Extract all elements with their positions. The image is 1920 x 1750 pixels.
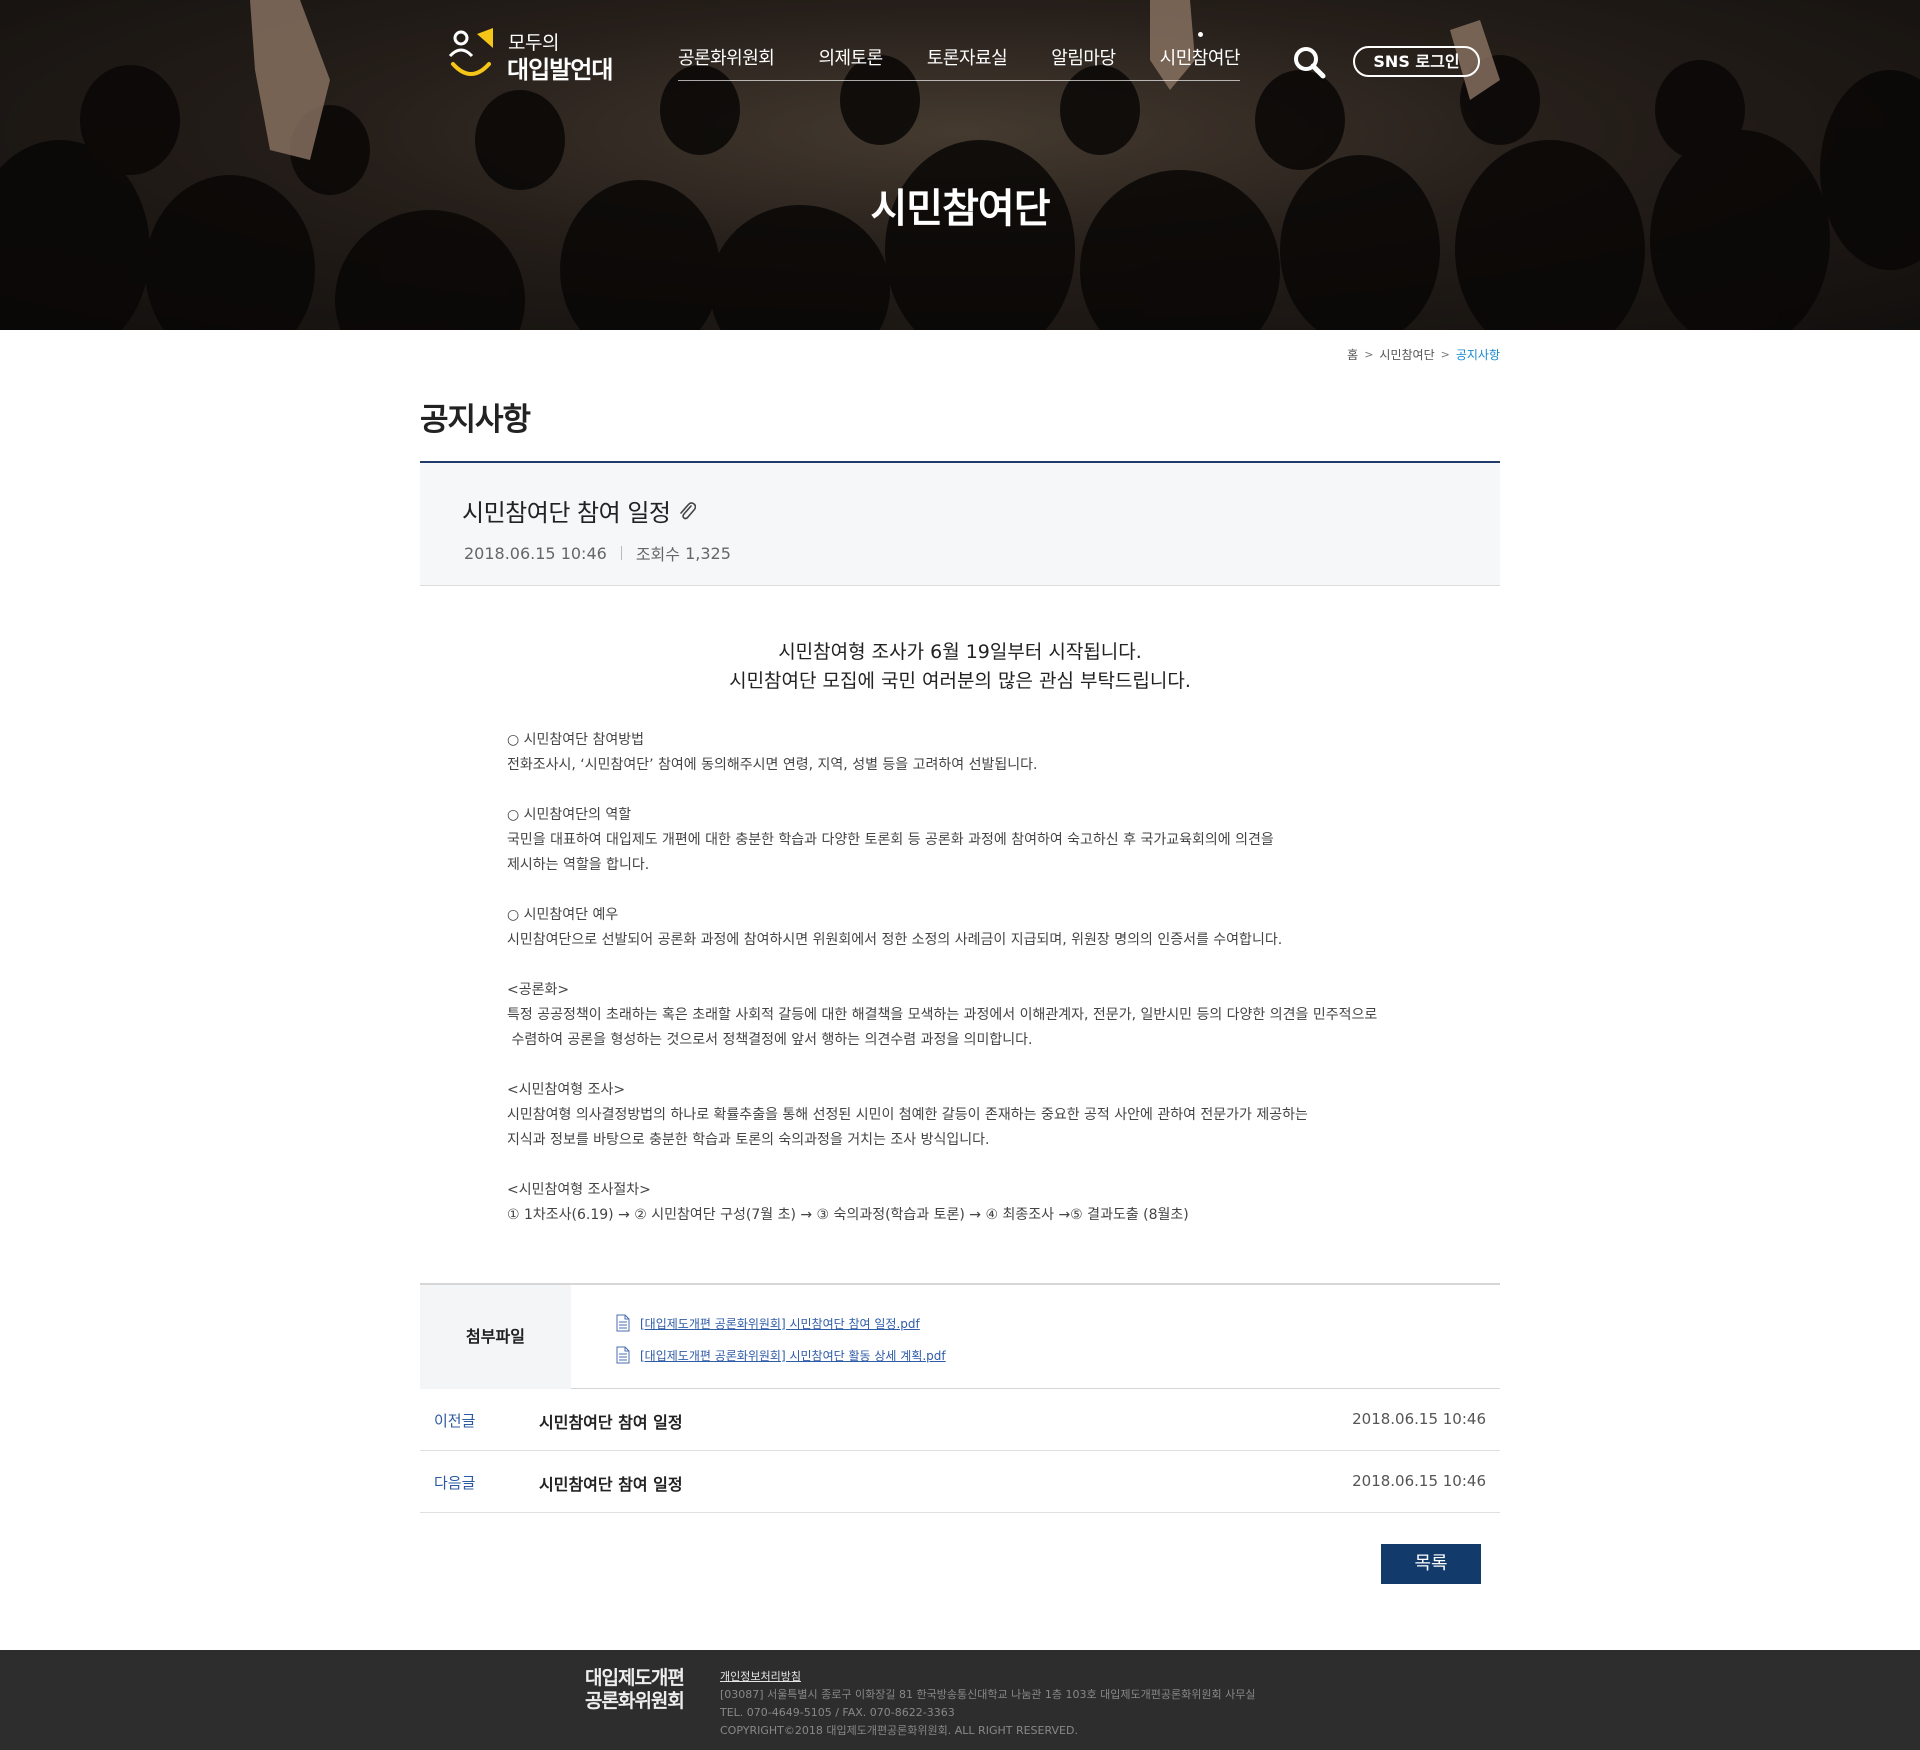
attachment-item[interactable]: [대입제도개편 공론화위원회] 시민참여단 활동 상세 계획.pdf bbox=[616, 1339, 946, 1371]
section-text: 국민을 대표하여 대입제도 개편에 대한 충분한 학습과 다양한 토론회 등 공… bbox=[507, 832, 1274, 848]
nav-item-notice-board[interactable]: 알림마당 bbox=[1051, 44, 1116, 80]
chevron-right-icon: > bbox=[1364, 348, 1374, 361]
footer-contact: TEL. 070-4649-5105 / FAX. 070-8622-3363 bbox=[720, 1706, 955, 1719]
section-text: 시민참여형 의사결정방법의 하나로 확률추출을 통해 선정된 시민이 첨예한 갈… bbox=[507, 1107, 1308, 1123]
attachment-link[interactable]: [대입제도개편 공론화위원회] 시민참여단 활동 상세 계획.pdf bbox=[640, 1347, 946, 1364]
section-heading: <시민참여형 조사절차> bbox=[507, 1182, 651, 1198]
breadcrumb: 홈 > 시민참여단 > 공지사항 bbox=[1347, 346, 1500, 363]
post-lead: 시민참여형 조사가 6월 19일부터 시작됩니다. 시민참여단 모집에 국민 여… bbox=[420, 638, 1500, 696]
footer-info: 개인정보처리방침 [03087] 서울특별시 종로구 이화장길 81 한국방송통… bbox=[720, 1668, 1255, 1740]
search-icon[interactable] bbox=[1291, 44, 1327, 80]
meta-divider bbox=[620, 546, 622, 560]
breadcrumb-section[interactable]: 시민참여단 bbox=[1379, 346, 1434, 363]
post-title: 시민참여단 참여 일정 bbox=[462, 493, 697, 528]
footer: 대입제도개편 공론화위원회 개인정보처리방침 [03087] 서울특별시 종로구… bbox=[0, 1650, 1920, 1750]
post-title-text: 시민참여단 참여 일정 bbox=[462, 499, 671, 527]
post-content: ○ 시민참여단 참여방법 전화조사시, ‘시민참여단’ 참여에 동의해주시면 연… bbox=[507, 728, 1467, 1228]
post-date: 2018.06.15 10:46 bbox=[464, 543, 607, 563]
post-views-count: 1,325 bbox=[685, 543, 731, 563]
sns-login-button[interactable]: SNS 로그인 bbox=[1353, 46, 1480, 77]
nav-item-resources[interactable]: 토론자료실 bbox=[927, 44, 1008, 80]
section-heading: ○ 시민참여단 참여방법 bbox=[507, 732, 645, 748]
post-views-label: 조회수 bbox=[635, 545, 680, 564]
attachment-link[interactable]: [대입제도개편 공론화위원회] 시민참여단 참여 일정.pdf bbox=[640, 1315, 920, 1332]
active-indicator-dot bbox=[1197, 32, 1203, 37]
footer-address: [03087] 서울특별시 종로구 이화장길 81 한국방송통신대학교 나눔관 … bbox=[720, 1688, 1256, 1701]
post-meta: 2018.06.15 10:46 조회수 1,325 bbox=[464, 541, 731, 565]
next-post-title[interactable]: 시민참여단 참여 일정 bbox=[539, 1471, 683, 1495]
section-text: 제시하는 역할을 합니다. bbox=[507, 857, 650, 873]
section-heading: ○ 시민참여단의 역할 bbox=[507, 807, 632, 823]
section-heading: ○ 시민참여단 예우 bbox=[507, 907, 619, 923]
nav-item-agenda-debate[interactable]: 의제토론 bbox=[818, 44, 883, 80]
document-icon bbox=[616, 1346, 630, 1364]
footer-logo: 대입제도개편 공론화위원회 bbox=[585, 1667, 685, 1713]
footer-logo-line2: 공론화위원회 bbox=[585, 1690, 685, 1712]
breadcrumb-current: 공지사항 bbox=[1455, 348, 1500, 362]
section-heading: <시민참여형 조사> bbox=[507, 1082, 626, 1098]
nav-item-citizen-panel-label: 시민참여단 bbox=[1159, 48, 1241, 69]
hero-banner: 모두의 대입발언대 공론화위원회 의제토론 토론자료실 알림마당 시민참여단 S… bbox=[0, 0, 1920, 330]
chevron-right-icon: > bbox=[1440, 348, 1450, 361]
section-text: ① 1차조사(6.19) → ② 시민참여단 구성(7월 초) → ③ 숙의과정… bbox=[507, 1207, 1189, 1223]
prev-post-date: 2018.06.15 10:46 bbox=[1352, 1410, 1486, 1428]
main-navigation: 공론화위원회 의제토론 토론자료실 알림마당 시민참여단 bbox=[678, 32, 1241, 81]
lead-line-1: 시민참여형 조사가 6월 19일부터 시작됩니다. bbox=[778, 641, 1142, 663]
lead-line-2: 시민참여단 모집에 국민 여러분의 많은 관심 부탁드립니다. bbox=[729, 670, 1191, 692]
post-body: 시민참여형 조사가 6월 19일부터 시작됩니다. 시민참여단 모집에 국민 여… bbox=[420, 586, 1500, 1284]
logo-text-line2: 대입발언대 bbox=[507, 56, 613, 84]
section-text: 시민참여단으로 선발되어 공론화 과정에 참여하시면 위원회에서 정한 소정의 … bbox=[507, 932, 1283, 948]
nav-item-committee[interactable]: 공론화위원회 bbox=[678, 44, 775, 80]
prev-post-label: 이전글 bbox=[434, 1412, 476, 1430]
attachments-label: 첨부파일 bbox=[420, 1285, 571, 1389]
page-title: 공지사항 bbox=[420, 402, 531, 438]
document-icon bbox=[616, 1314, 630, 1332]
site-logo[interactable]: 모두의 대입발언대 bbox=[447, 26, 617, 84]
list-button[interactable]: 목록 bbox=[1381, 1544, 1481, 1584]
next-post-date: 2018.06.15 10:46 bbox=[1352, 1472, 1486, 1490]
paperclip-icon bbox=[680, 501, 697, 519]
section-text: 수렴하여 공론을 형성하는 것으로서 정책결정에 앞서 행하는 의견수렴 과정을… bbox=[507, 1032, 1033, 1048]
prev-post-row[interactable]: 이전글 시민참여단 참여 일정 2018.06.15 10:46 bbox=[420, 1389, 1500, 1451]
footer-logo-line1: 대입제도개편 bbox=[585, 1667, 685, 1689]
next-post-row[interactable]: 다음글 시민참여단 참여 일정 2018.06.15 10:46 bbox=[420, 1451, 1500, 1513]
section-heading: <공론화> bbox=[507, 982, 570, 998]
privacy-policy-link[interactable]: 개인정보처리방침 bbox=[720, 1668, 1255, 1686]
attachments: 첨부파일 [대입제도개편 공론화위원회] 시민참여단 참여 일정.pdf [대입… bbox=[420, 1283, 1500, 1389]
post-header: 시민참여단 참여 일정 2018.06.15 10:46 조회수 1,325 bbox=[420, 461, 1500, 586]
logo-mark-icon bbox=[448, 28, 493, 76]
nav-item-citizen-panel[interactable]: 시민참여단 bbox=[1159, 32, 1241, 80]
footer-copyright: COPYRIGHT©2018 대입제도개편공론화위원회. ALL RIGHT R… bbox=[720, 1724, 1078, 1737]
attachment-list: [대입제도개편 공론화위원회] 시민참여단 참여 일정.pdf [대입제도개편 … bbox=[616, 1307, 946, 1371]
section-text: 전화조사시, ‘시민참여단’ 참여에 동의해주시면 연령, 지역, 성별 등을 … bbox=[507, 757, 1038, 773]
prev-post-title[interactable]: 시민참여단 참여 일정 bbox=[539, 1409, 683, 1433]
hero-title: 시민참여단 bbox=[870, 186, 1051, 232]
next-post-label: 다음글 bbox=[434, 1474, 476, 1492]
section-text: 지식과 정보를 바탕으로 충분한 학습과 토론의 숙의과정을 거치는 조사 방식… bbox=[507, 1132, 990, 1148]
section-text: 특정 공공정책이 초래하는 혹은 초래할 사회적 갈등에 대한 해결책을 모색하… bbox=[507, 1007, 1378, 1023]
attachment-item[interactable]: [대입제도개편 공론화위원회] 시민참여단 참여 일정.pdf bbox=[616, 1307, 946, 1339]
breadcrumb-home[interactable]: 홈 bbox=[1347, 346, 1358, 363]
